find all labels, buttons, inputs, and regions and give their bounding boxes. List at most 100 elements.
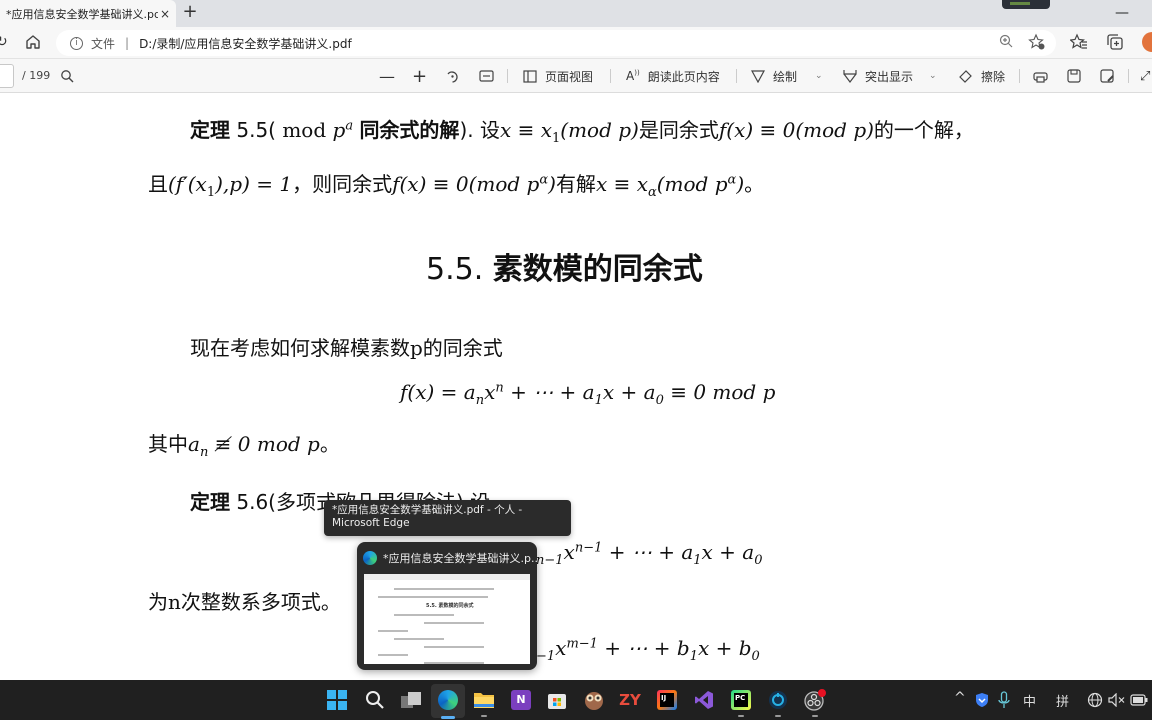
fullscreen-icon[interactable]: ⤢ bbox=[1140, 68, 1150, 84]
read-aloud-label: 朗读此页内容 bbox=[647, 69, 720, 84]
search-button[interactable] bbox=[363, 688, 387, 712]
math: ≡ 0 mod p bbox=[663, 380, 776, 404]
browser-tab-active[interactable]: *应用信息安全数学基础讲义.pdf × bbox=[0, 0, 176, 27]
read-aloud-icon: A)) bbox=[626, 69, 640, 83]
polynomial-f: n−1xn−1 + ⋯ + a1x + a0 bbox=[536, 540, 763, 568]
running-indicator bbox=[812, 715, 818, 717]
math-alpha-sub: α bbox=[647, 185, 657, 200]
math-sol: x ≡ x bbox=[595, 172, 648, 196]
taskbar-file-explorer[interactable] bbox=[472, 688, 496, 712]
taskbar-intellij[interactable]: IJ bbox=[655, 688, 679, 712]
taskbar-window-preview[interactable]: *应用信息安全数学基础讲义.p... 5.5. 素数模的同余式 bbox=[357, 542, 541, 670]
taskbar-pycharm[interactable]: PC bbox=[729, 688, 753, 712]
math: f(x) = a bbox=[400, 380, 476, 404]
page-view-button[interactable]: 页面视图 bbox=[523, 68, 593, 84]
running-indicator bbox=[481, 715, 487, 717]
taskbar-visual-studio[interactable] bbox=[692, 688, 716, 712]
draw-button[interactable]: 绘制 bbox=[751, 68, 797, 84]
page-number-input[interactable] bbox=[0, 64, 14, 88]
math: x + a bbox=[602, 380, 656, 404]
ime-pinyin-indicator[interactable]: 拼 bbox=[1056, 691, 1069, 710]
text: 。 bbox=[319, 432, 340, 456]
intellij-icon: IJ bbox=[657, 690, 677, 710]
save-icon[interactable] bbox=[1067, 69, 1081, 83]
url-field[interactable]: i 文件 | D:/录制/应用信息安全数学基础讲义.pdf bbox=[56, 30, 1056, 56]
visual-studio-icon bbox=[695, 691, 713, 709]
page-view-label: 页面视图 bbox=[545, 69, 594, 84]
fit-page-icon[interactable] bbox=[479, 69, 494, 83]
obs-icon bbox=[804, 689, 826, 711]
owl-icon bbox=[585, 692, 603, 710]
erase-button[interactable]: 擦除 bbox=[958, 68, 1005, 84]
network-globe-icon[interactable] bbox=[1087, 692, 1103, 708]
draw-icon bbox=[751, 70, 765, 83]
profile-avatar[interactable] bbox=[1142, 32, 1152, 52]
math: + ⋯ + b bbox=[597, 636, 690, 660]
taskbar-obs[interactable] bbox=[803, 688, 827, 712]
zoom-out-button[interactable]: — bbox=[379, 67, 395, 86]
taskbar-zy-app[interactable]: ZY bbox=[618, 688, 642, 712]
zoom-in-button[interactable]: + bbox=[412, 66, 427, 87]
math: x bbox=[484, 380, 496, 404]
math-gcd-rest: ),p) = 1 bbox=[215, 172, 293, 196]
math-sub: 1 bbox=[594, 393, 603, 408]
taskbar-store[interactable] bbox=[545, 688, 569, 712]
math: a bbox=[188, 432, 200, 456]
display-equation: f(x) = anxn + ⋯ + a1x + a0 ≡ 0 mod p bbox=[400, 380, 775, 408]
math-sub: n bbox=[475, 393, 485, 408]
task-view-button[interactable] bbox=[399, 688, 423, 712]
security-shield-icon[interactable] bbox=[975, 692, 989, 708]
favorites-icon[interactable] bbox=[1070, 33, 1088, 51]
text: ，则同余式 bbox=[292, 172, 393, 196]
print-icon[interactable] bbox=[1033, 69, 1048, 83]
taskbar-owl-app[interactable] bbox=[582, 688, 606, 712]
windows-logo-icon bbox=[327, 690, 347, 710]
math-mod: (mod p bbox=[656, 172, 728, 196]
start-button[interactable] bbox=[325, 688, 349, 712]
read-aloud-button[interactable]: A)) 朗读此页内容 bbox=[626, 68, 720, 84]
rotate-icon[interactable] bbox=[445, 69, 460, 84]
draw-dropdown-chevron-icon[interactable]: ⌄ bbox=[815, 68, 823, 84]
show-hidden-icons-chevron[interactable]: ^ bbox=[954, 690, 966, 706]
math-mod: (mod p) bbox=[560, 118, 639, 142]
new-tab-button[interactable]: + bbox=[180, 3, 200, 23]
tab-close-icon[interactable]: × bbox=[158, 7, 172, 21]
pc-label: PC bbox=[734, 693, 748, 707]
section-title: 素数模的同余式 bbox=[492, 252, 703, 287]
highlight-dropdown-chevron-icon[interactable]: ⌄ bbox=[929, 68, 937, 84]
tab-strip: *应用信息安全数学基础讲义.pdf × + — bbox=[0, 0, 1152, 27]
collections-icon[interactable] bbox=[1106, 33, 1124, 51]
refresh-icon[interactable]: ↻ bbox=[0, 34, 8, 50]
taskbar-edge[interactable] bbox=[436, 688, 460, 712]
home-icon[interactable] bbox=[24, 33, 42, 51]
toolbar-divider bbox=[610, 69, 611, 83]
math-p: p bbox=[332, 118, 346, 142]
theorem-close: ). bbox=[459, 118, 474, 142]
info-icon[interactable]: i bbox=[70, 36, 83, 50]
save-as-icon[interactable] bbox=[1100, 69, 1115, 83]
pdf-toolbar: / 199 — + 页面视图 A)) 朗读此页内容 绘制 ⌄ 突出显示 ⌄ 擦除… bbox=[0, 59, 1152, 93]
highlight-button[interactable]: 突出显示 bbox=[843, 68, 913, 84]
taskbar-onenote[interactable]: N bbox=[509, 688, 533, 712]
ring-app-icon bbox=[769, 691, 787, 709]
minimize-button[interactable]: — bbox=[1112, 5, 1132, 21]
text: 其中 bbox=[148, 432, 188, 456]
search-icon[interactable] bbox=[60, 69, 74, 83]
pycharm-icon: PC bbox=[731, 690, 751, 710]
microphone-icon[interactable] bbox=[998, 691, 1010, 709]
folder-icon bbox=[474, 693, 494, 708]
math-sup: n−1 bbox=[574, 540, 603, 556]
volume-muted-icon[interactable] bbox=[1108, 693, 1126, 707]
zoom-in-icon[interactable] bbox=[998, 33, 1014, 49]
math-sub: 0 bbox=[754, 553, 763, 568]
theorem-5-5-line-2: 且(f′(x1),p) = 1，则同余式f(x) ≡ 0(mod pα)有解x … bbox=[148, 168, 764, 200]
taskbar-ring-app[interactable] bbox=[766, 688, 790, 712]
add-favorite-icon[interactable] bbox=[1028, 33, 1046, 51]
preview-heading: 5.5. 素数模的同余式 bbox=[426, 603, 474, 609]
taskbar-search-icon bbox=[366, 691, 384, 709]
text: 是同余式 bbox=[638, 118, 719, 142]
section-number: 5.5. bbox=[426, 252, 484, 287]
math: + ⋯ + a bbox=[602, 540, 694, 564]
ime-mode-indicator[interactable]: 中 bbox=[1023, 691, 1036, 710]
battery-icon[interactable] bbox=[1130, 694, 1148, 706]
